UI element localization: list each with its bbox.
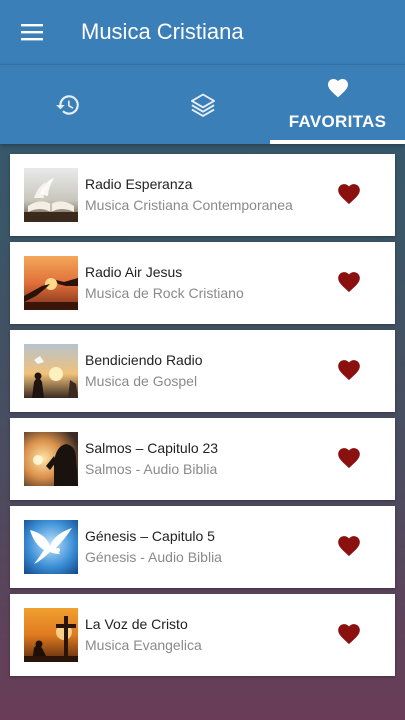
- favorite-heart-icon[interactable]: [336, 623, 362, 647]
- reaching-hands-sunset-image: [24, 256, 78, 310]
- station-subtitle: Salmos - Audio Biblia: [85, 461, 218, 477]
- favorite-heart-icon[interactable]: [336, 271, 362, 295]
- station-subtitle: Génesis - Audio Biblia: [85, 549, 222, 565]
- station-subtitle: Musica de Rock Cristiano: [85, 285, 244, 301]
- active-tab-indicator: [270, 140, 405, 144]
- menu-button[interactable]: [0, 0, 64, 64]
- list-item[interactable]: La Voz de Cristo Musica Evangelica: [10, 594, 395, 676]
- tab-favorites[interactable]: FAVORITAS: [270, 65, 405, 145]
- favorite-heart-icon[interactable]: [336, 447, 362, 471]
- heart-icon: [327, 79, 348, 98]
- list-item[interactable]: Radio Air Jesus Musica de Rock Cristiano: [10, 242, 395, 324]
- history-icon: [55, 95, 79, 115]
- worship-sunset-image: [24, 344, 78, 398]
- favorite-heart-icon[interactable]: [336, 535, 362, 559]
- station-title: Bendiciendo Radio: [85, 352, 203, 368]
- tab-layers[interactable]: [135, 65, 270, 145]
- station-subtitle: Musica Evangelica: [85, 637, 202, 653]
- station-title: Radio Esperanza: [85, 176, 193, 192]
- tab-favorites-label: FAVORITAS: [288, 112, 387, 131]
- station-subtitle: Musica Cristiana Contemporanea: [85, 197, 293, 213]
- open-bible-image: [24, 168, 78, 222]
- praying-silhouette-image: [24, 432, 78, 486]
- station-title: Salmos – Capitulo 23: [85, 440, 219, 456]
- white-dove-image: [24, 520, 78, 574]
- station-title: Génesis – Capitulo 5: [85, 528, 215, 544]
- list-item[interactable]: Radio Esperanza Musica Cristiana Contemp…: [10, 154, 395, 236]
- app-bar: Musica Cristiana: [0, 0, 405, 64]
- layers-icon: [190, 93, 215, 117]
- list-item[interactable]: Bendiciendo Radio Musica de Gospel: [10, 330, 395, 412]
- list-item[interactable]: Génesis – Capitulo 5 Génesis - Audio Bib…: [10, 506, 395, 588]
- list-item[interactable]: Salmos – Capitulo 23 Salmos - Audio Bibl…: [10, 418, 395, 500]
- station-title: Radio Air Jesus: [85, 264, 183, 280]
- favorite-heart-icon[interactable]: [336, 183, 362, 207]
- cross-sunset-image: [24, 608, 78, 662]
- station-subtitle: Musica de Gospel: [85, 373, 198, 389]
- tab-bar: FAVORITAS: [0, 64, 405, 144]
- app-title: Musica Cristiana: [81, 19, 244, 44]
- hamburger-icon: [21, 24, 43, 41]
- station-title: La Voz de Cristo: [85, 616, 188, 632]
- favorite-heart-icon[interactable]: [336, 359, 362, 383]
- tab-history[interactable]: [0, 65, 135, 145]
